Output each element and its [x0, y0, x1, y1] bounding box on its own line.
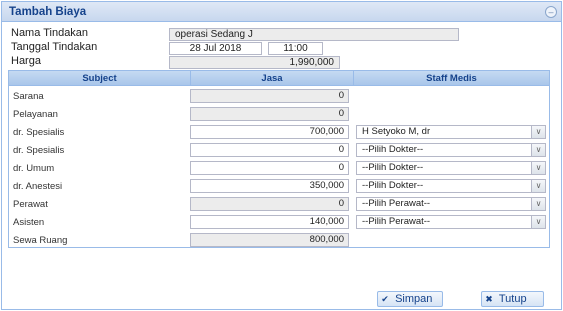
- row-staff-value: --Pilih Dokter--: [362, 162, 424, 173]
- row-subject: dr. Anestesi: [13, 181, 63, 192]
- row-jasa-field: 0: [190, 197, 349, 211]
- table-row: Sarana 0: [9, 87, 549, 106]
- harga-field: 1,990,000: [169, 56, 340, 69]
- row-staff-value: --Pilih Perawat--: [362, 216, 431, 227]
- table-row: dr. Anestesi 350,000 --Pilih Dokter-- ∨: [9, 177, 549, 196]
- tanggal-tindakan-label: Tanggal Tindakan: [11, 41, 98, 53]
- row-subject: Asisten: [13, 217, 45, 228]
- row-staff-value: --Pilih Dokter--: [362, 180, 424, 191]
- column-header-subject: Subject: [82, 73, 117, 84]
- row-jasa-field[interactable]: 0: [190, 161, 349, 175]
- jam-field[interactable]: 11:00: [268, 42, 323, 55]
- column-header-jasa: Jasa: [261, 73, 283, 84]
- row-jasa-field: 0: [190, 89, 349, 103]
- tutup-label: Tutup: [498, 293, 527, 305]
- table-row: dr. Spesialis 0 --Pilih Dokter-- ∨: [9, 141, 549, 160]
- row-jasa-field[interactable]: 140,000: [190, 215, 349, 229]
- chevron-down-icon[interactable]: ∨: [531, 216, 545, 228]
- check-icon: ✔: [381, 294, 389, 304]
- collapse-icon[interactable]: –: [545, 6, 557, 18]
- row-jasa-field: 800,000: [190, 233, 349, 247]
- chevron-down-icon[interactable]: ∨: [531, 180, 545, 192]
- row-staff-select[interactable]: --Pilih Dokter-- ∨: [356, 143, 546, 157]
- row-subject: Sewa Ruang: [13, 235, 68, 246]
- table-row: Perawat 0 --Pilih Perawat-- ∨: [9, 195, 549, 214]
- column-header-staff-medis: Staff Medis: [426, 73, 477, 84]
- grid-header: Subject Jasa Staff Medis: [9, 71, 549, 86]
- chevron-down-icon[interactable]: ∨: [531, 198, 545, 210]
- row-subject: Perawat: [13, 199, 48, 210]
- harga-label: Harga: [11, 55, 41, 67]
- row-staff-select[interactable]: --Pilih Perawat-- ∨: [356, 215, 546, 229]
- chevron-down-icon[interactable]: ∨: [531, 144, 545, 156]
- row-staff-select[interactable]: H Setyoko M, dr ∨: [356, 125, 546, 139]
- tutup-button[interactable]: ✖ Tutup: [481, 291, 544, 307]
- table-row: dr. Spesialis 700,000 H Setyoko M, dr ∨: [9, 123, 549, 142]
- tambah-biaya-dialog: Tambah Biaya – Nama Tindakan operasi Sed…: [1, 1, 562, 310]
- dialog-title: Tambah Biaya: [9, 6, 87, 18]
- row-staff-select[interactable]: --Pilih Perawat-- ∨: [356, 197, 546, 211]
- table-row: Sewa Ruang 800,000: [9, 231, 549, 250]
- dialog-titlebar: Tambah Biaya –: [2, 2, 561, 22]
- row-staff-value: H Setyoko M, dr: [362, 126, 431, 137]
- chevron-down-icon[interactable]: ∨: [531, 162, 545, 174]
- row-subject: dr. Spesialis: [13, 145, 65, 156]
- nama-tindakan-label: Nama Tindakan: [11, 27, 89, 39]
- row-subject: dr. Umum: [13, 163, 55, 174]
- simpan-label: Simpan: [395, 293, 433, 305]
- row-subject: Pelayanan: [13, 109, 58, 120]
- nama-tindakan-field: operasi Sedang J: [169, 28, 459, 41]
- row-staff-value: --Pilih Dokter--: [362, 144, 424, 155]
- row-staff-select[interactable]: --Pilih Dokter-- ∨: [356, 179, 546, 193]
- row-jasa-field[interactable]: 350,000: [190, 179, 349, 193]
- row-jasa-field: 0: [190, 107, 349, 121]
- biaya-grid: Subject Jasa Staff Medis Sarana 0 Pelayana…: [8, 70, 550, 248]
- chevron-down-icon[interactable]: ∨: [531, 126, 545, 138]
- table-row: Pelayanan 0: [9, 105, 549, 124]
- row-jasa-field[interactable]: 700,000: [190, 125, 349, 139]
- row-staff-value: --Pilih Perawat--: [362, 198, 431, 209]
- tanggal-field[interactable]: 28 Jul 2018: [169, 42, 262, 55]
- close-icon: ✖: [485, 294, 493, 304]
- row-subject: Sarana: [13, 91, 44, 102]
- row-subject: dr. Spesialis: [13, 127, 65, 138]
- table-row: dr. Umum 0 --Pilih Dokter-- ∨: [9, 159, 549, 178]
- row-jasa-field[interactable]: 0: [190, 143, 349, 157]
- simpan-button[interactable]: ✔ Simpan: [377, 291, 443, 307]
- row-staff-select[interactable]: --Pilih Dokter-- ∨: [356, 161, 546, 175]
- table-row: Asisten 140,000 --Pilih Perawat-- ∨: [9, 213, 549, 232]
